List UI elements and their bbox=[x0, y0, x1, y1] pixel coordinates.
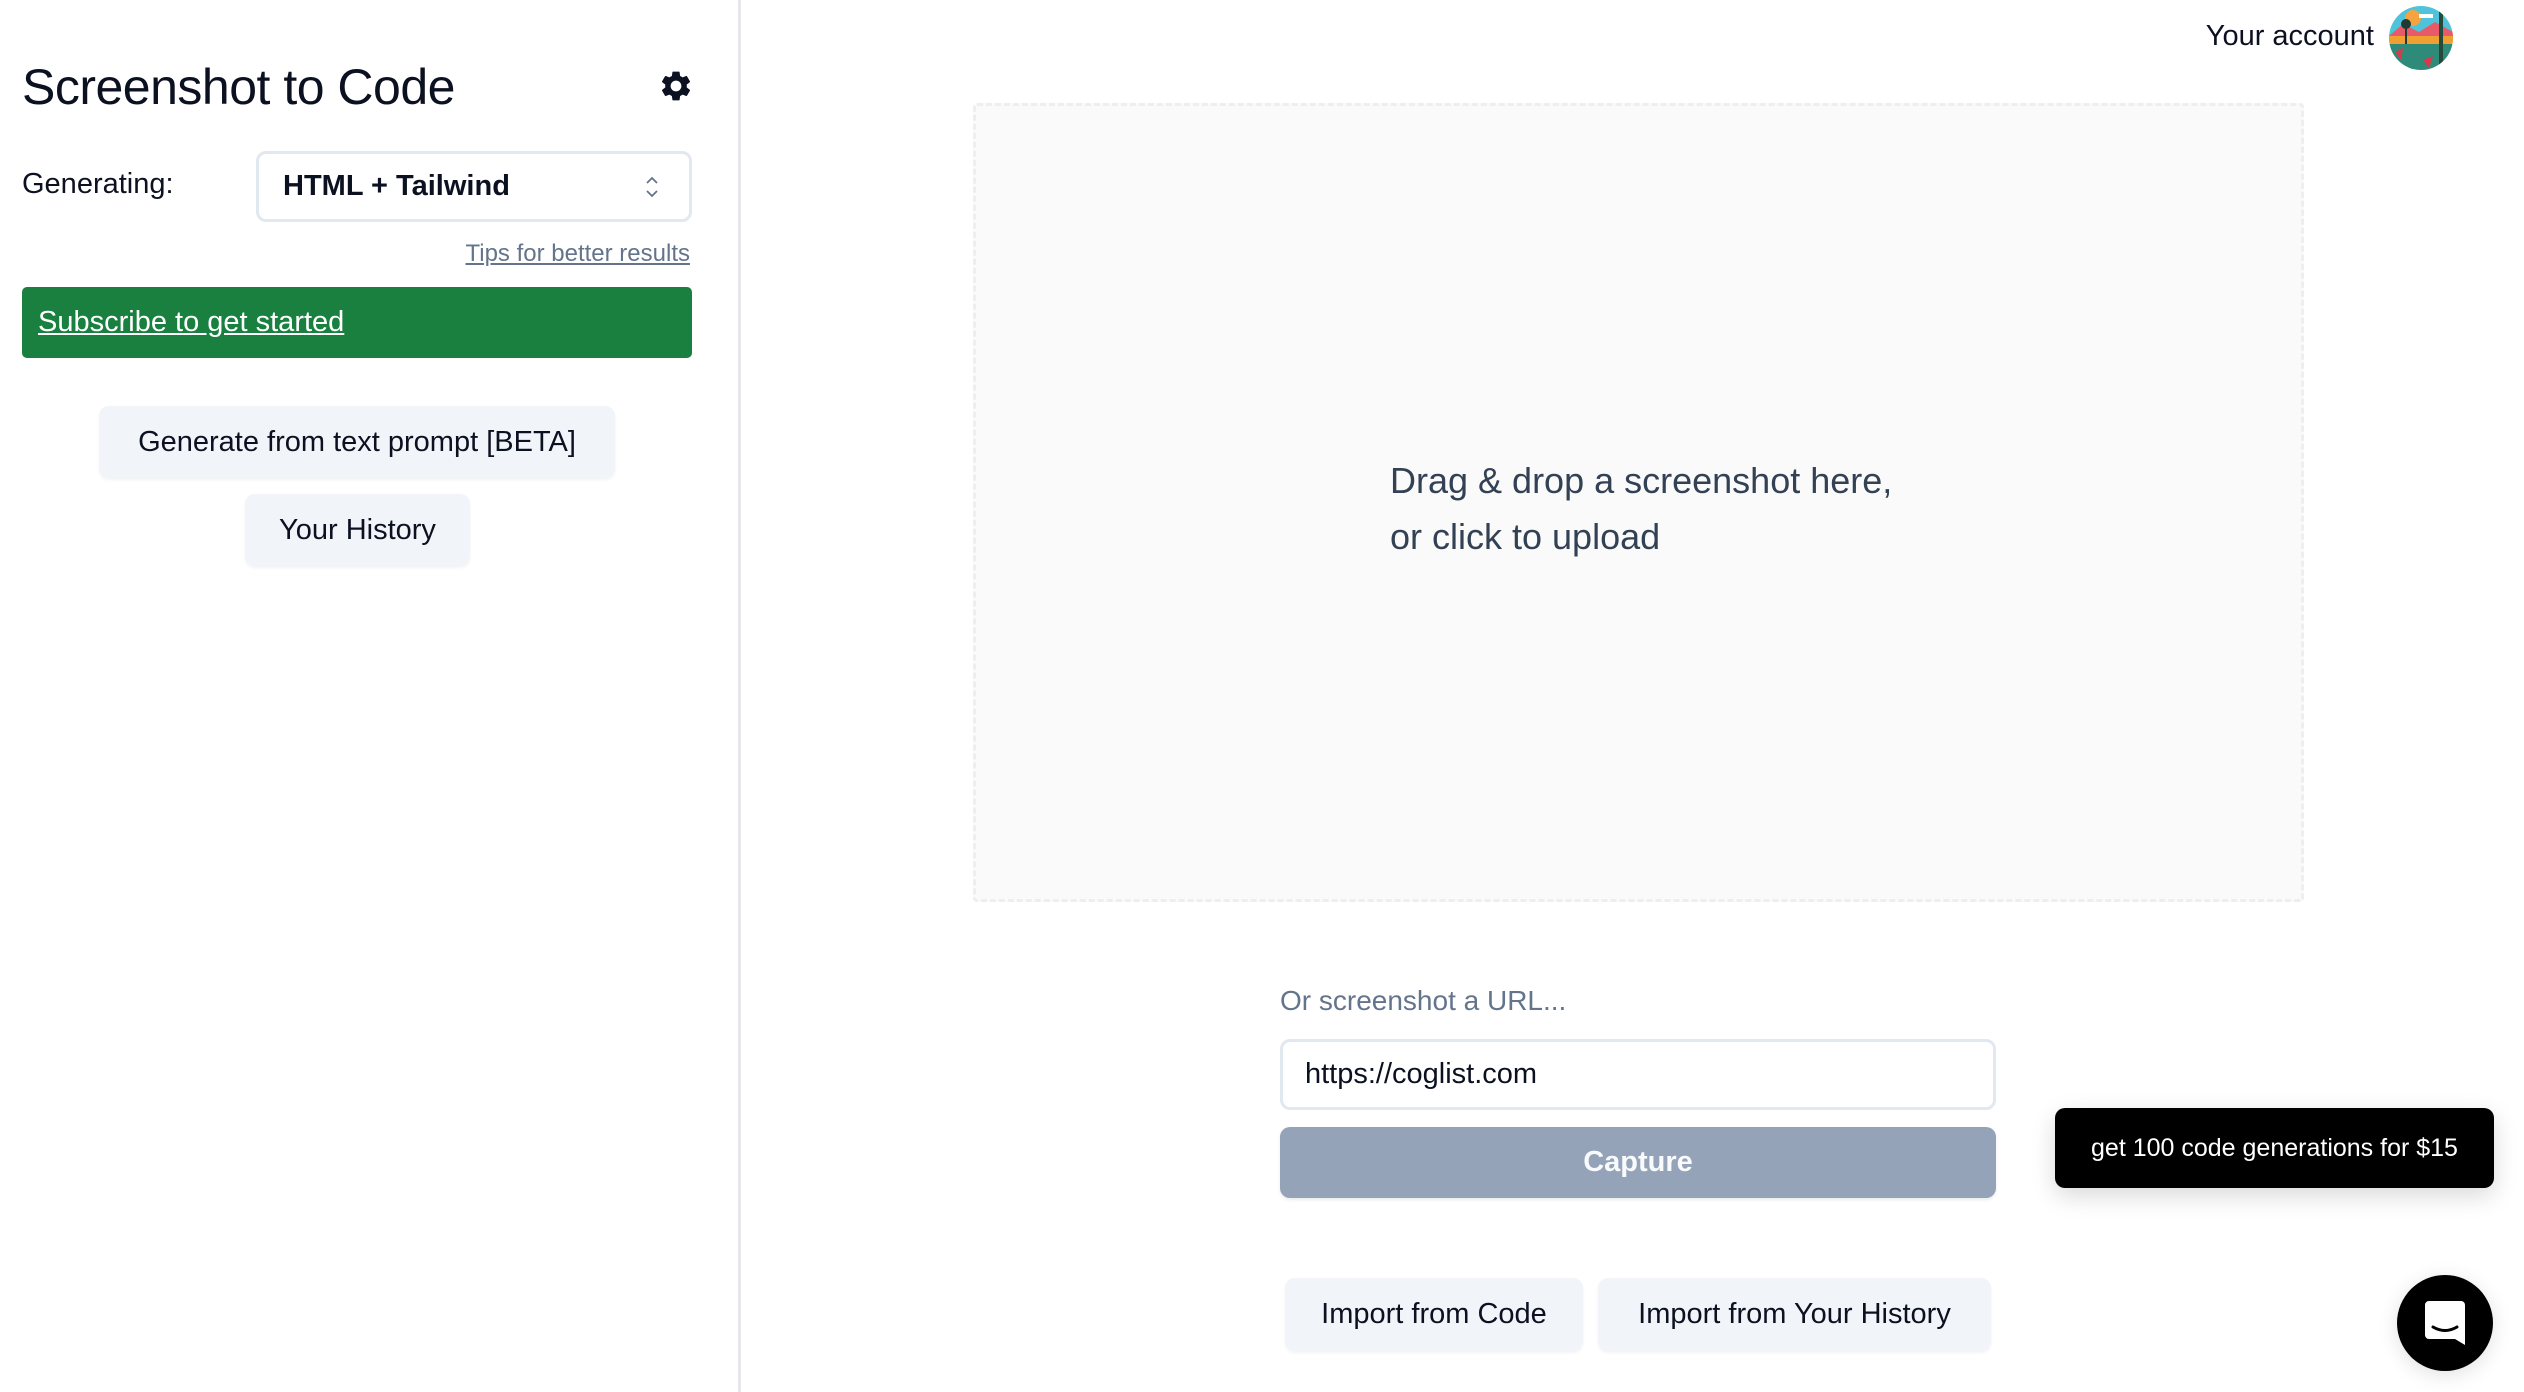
dropzone-line-1: Drag & drop a screenshot here, bbox=[1390, 460, 1893, 501]
import-from-history-button[interactable]: Import from Your History bbox=[1598, 1278, 1991, 1351]
settings-button[interactable] bbox=[658, 68, 694, 104]
text-prompt-button[interactable]: Generate from text prompt [BETA] bbox=[99, 406, 615, 478]
promo-banner[interactable]: get 100 code generations for $15 bbox=[2055, 1108, 2494, 1188]
tips-link[interactable]: Tips for better results bbox=[465, 240, 690, 268]
chevron-up-down-icon bbox=[646, 176, 658, 198]
dropzone-line-2: or click to upload bbox=[1390, 516, 1661, 557]
subscribe-link[interactable]: Subscribe to get started bbox=[38, 306, 344, 339]
chat-bubble-icon bbox=[2425, 1301, 2465, 1345]
user-avatar-icon bbox=[2389, 6, 2453, 70]
chat-widget-button[interactable] bbox=[2397, 1275, 2493, 1371]
upload-dropzone[interactable]: Drag & drop a screenshot here, or click … bbox=[973, 103, 2304, 902]
stack-select[interactable]: HTML + Tailwind bbox=[256, 151, 692, 222]
app-title: Screenshot to Code bbox=[22, 59, 455, 115]
history-button[interactable]: Your History bbox=[245, 494, 470, 566]
stack-select-value: HTML + Tailwind bbox=[283, 170, 510, 202]
gear-icon bbox=[661, 71, 691, 101]
subscribe-button[interactable]: Subscribe to get started bbox=[22, 287, 692, 358]
dropzone-instructions: Drag & drop a screenshot here, or click … bbox=[1390, 453, 1892, 565]
url-section-label: Or screenshot a URL... bbox=[1280, 985, 1567, 1016]
avatar[interactable] bbox=[2389, 6, 2453, 70]
account-link[interactable]: Your account bbox=[2206, 20, 2374, 53]
generating-label: Generating: bbox=[22, 168, 174, 200]
import-from-code-button[interactable]: Import from Code bbox=[1285, 1278, 1583, 1351]
sidebar: Screenshot to Code Generating: HTML + Ta… bbox=[0, 0, 741, 1392]
capture-button[interactable]: Capture bbox=[1280, 1127, 1996, 1198]
url-input[interactable] bbox=[1280, 1039, 1996, 1110]
